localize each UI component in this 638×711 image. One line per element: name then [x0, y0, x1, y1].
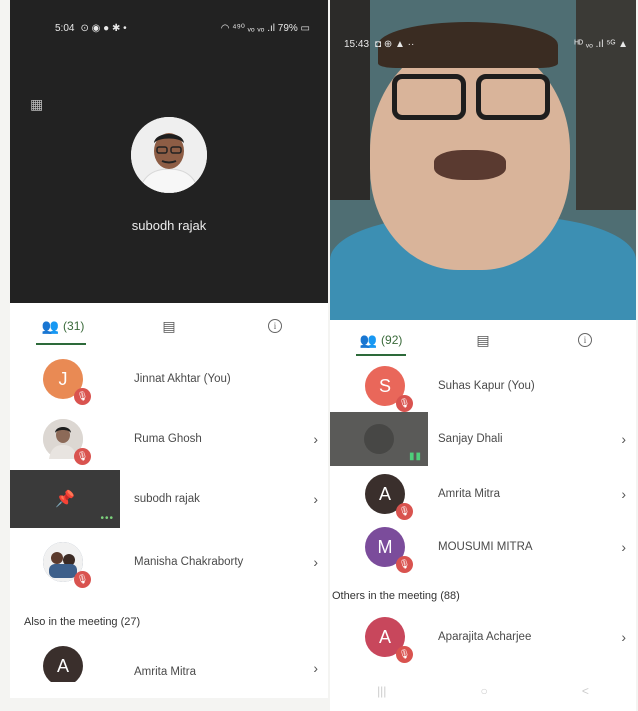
background-shelf: [576, 0, 636, 210]
status-notification-icons: ◘ ⊕ ▲ ··: [375, 38, 415, 50]
participant-row[interactable]: J 🎙 Jinnat Akhtar (You): [10, 350, 328, 408]
self-video-area[interactable]: 15:43 ◘ ⊕ ▲ ·· ᴴᴰ ᵥₒ .ıl ⁵ᴳ ▲: [330, 0, 636, 320]
avatar: 🎙: [43, 419, 91, 465]
participant-name: MOUSUMI MITRA: [438, 541, 533, 553]
avatar: 🎙: [43, 542, 91, 588]
participant-name: Ruma Ghosh: [134, 433, 202, 445]
meeting-tabs: 👥 (31) ▤ i: [10, 303, 328, 349]
mic-off-icon: 🎙: [396, 556, 413, 573]
participant-row[interactable]: S 🎙 Suhas Kapur (You): [330, 357, 636, 415]
presenter-name: subodh rajak: [131, 218, 207, 233]
participant-name: Amrita Mitra: [438, 488, 500, 500]
mic-off-icon: 🎙: [74, 571, 91, 588]
avatar-initial: S: [378, 375, 391, 396]
participants-count: (31): [63, 319, 85, 333]
avatar: A 🎙: [365, 474, 413, 520]
participants-icon: 👥: [359, 331, 378, 348]
participant-row[interactable]: 📌 ••• subodh rajak ›: [10, 470, 328, 528]
android-nav-bar: ||| ○ <: [330, 671, 636, 711]
participant-name: Sanjay Dhali: [438, 433, 503, 445]
back-button[interactable]: <: [582, 684, 589, 698]
chevron-right-icon[interactable]: ›: [621, 629, 626, 645]
participant-name: Manisha Chakraborty: [134, 556, 244, 568]
status-time: 15:43: [344, 38, 370, 50]
status-system-icons: ◠ ⁴⁹⁰ ᵥₒ ᵥₒ .ıl 79% ▭: [220, 22, 310, 34]
avatar: J 🎙: [43, 359, 91, 405]
participant-row[interactable]: 🎙 Manisha Chakraborty ›: [10, 533, 328, 591]
chevron-right-icon[interactable]: ›: [621, 431, 626, 447]
avatar-initial: M: [377, 536, 393, 557]
tab-participants[interactable]: 👥 (31): [10, 303, 116, 349]
participant-row[interactable]: A 🎙 Amrita Mitra ›: [330, 465, 636, 523]
home-button[interactable]: ○: [481, 684, 488, 698]
chevron-right-icon[interactable]: ›: [621, 539, 626, 555]
chevron-right-icon[interactable]: ›: [621, 486, 626, 502]
mic-off-icon: 🎙: [396, 646, 413, 663]
participant-row[interactable]: A 🎙 Aparajita Acharjee ›: [330, 608, 636, 666]
info-icon: i: [268, 319, 282, 333]
participant-name: Aparajita Acharjee: [438, 631, 532, 643]
presenter-video-area[interactable]: 5:04 ⊙ ◉ ● ✱ • ◠ ⁴⁹⁰ ᵥₒ ᵥₒ .ıl 79% ▭ ▦ s…: [10, 0, 328, 303]
mic-off-icon: 🎙: [74, 448, 91, 465]
participant-row[interactable]: A Amrita Mitra ›: [10, 642, 328, 682]
layout-grid-icon[interactable]: ▦: [30, 96, 43, 113]
speaking-indicator-icon: ▮▮: [408, 451, 422, 462]
avatar: A: [43, 646, 83, 682]
left-phone-screen: 5:04 ⊙ ◉ ● ✱ • ◠ ⁴⁹⁰ ᵥₒ ᵥₒ .ıl 79% ▭ ▦ s…: [10, 0, 328, 698]
avatar: M 🎙: [365, 527, 413, 573]
mic-off-icon: 🎙: [74, 388, 91, 405]
status-bar: 15:43 ◘ ⊕ ▲ ·· ᴴᴰ ᵥₒ .ıl ⁵ᴳ ▲: [330, 36, 636, 52]
status-bar: 5:04 ⊙ ◉ ● ✱ • ◠ ⁴⁹⁰ ᵥₒ ᵥₒ .ıl 79% ▭: [10, 20, 328, 36]
participant-row[interactable]: 🎙 Ruma Ghosh ›: [10, 410, 328, 468]
tab-info[interactable]: i: [534, 320, 636, 360]
tab-chat[interactable]: ▤: [116, 303, 222, 349]
participant-name: subodh rajak: [134, 493, 200, 505]
participant-video-tile[interactable]: 📌 •••: [10, 470, 120, 528]
participant-row[interactable]: M 🎙 MOUSUMI MITRA ›: [330, 518, 636, 576]
participant-name: Amrita Mitra: [134, 666, 196, 678]
participant-name: Jinnat Akhtar (You): [134, 373, 231, 385]
chat-icon: ▤: [476, 331, 490, 348]
status-time: 5:04: [55, 22, 75, 34]
chat-icon: ▤: [162, 317, 176, 334]
others-in-meeting-header: Others in the meeting (88): [332, 590, 460, 602]
right-phone-screen: 15:43 ◘ ⊕ ▲ ·· ᴴᴰ ᵥₒ .ıl ⁵ᴳ ▲ 👥 (92) ▤ i…: [330, 0, 636, 711]
pin-icon[interactable]: 📌: [55, 489, 75, 509]
participants-icon: 👥: [41, 317, 60, 334]
participant-name: Suhas Kapur (You): [438, 380, 535, 392]
status-notification-icons: ⊙ ◉ ● ✱ •: [80, 22, 127, 34]
meeting-tabs: 👥 (92) ▤ i: [330, 320, 636, 360]
glasses-left: [392, 74, 466, 120]
info-icon: i: [578, 333, 592, 347]
participant-row[interactable]: ▮▮ Sanjay Dhali ›: [330, 410, 636, 468]
chevron-right-icon[interactable]: ›: [313, 554, 318, 570]
presenter-avatar: [131, 117, 207, 193]
avatar-initial: A: [56, 655, 69, 676]
chevron-right-icon[interactable]: ›: [313, 491, 318, 507]
more-options-icon[interactable]: •••: [100, 513, 114, 524]
avatar-initial: A: [378, 483, 391, 504]
avatar-initial: A: [378, 626, 391, 647]
avatar-initial: J: [58, 368, 68, 389]
status-system-icons: ᴴᴰ ᵥₒ .ıl ⁵ᴳ ▲: [574, 38, 628, 50]
also-in-meeting-header: Also in the meeting (27): [24, 616, 141, 628]
chevron-right-icon[interactable]: ›: [313, 660, 318, 676]
tab-info[interactable]: i: [222, 303, 328, 349]
chevron-right-icon[interactable]: ›: [313, 431, 318, 447]
video-blur-shape: [364, 424, 394, 454]
avatar: A 🎙: [365, 617, 413, 663]
recents-button[interactable]: |||: [377, 684, 386, 698]
tab-participants[interactable]: 👥 (92): [330, 320, 432, 360]
avatar: S 🎙: [365, 366, 413, 412]
participants-count: (92): [381, 333, 403, 347]
background-shelf: [330, 0, 370, 200]
glasses-right: [476, 74, 550, 120]
participant-video-tile[interactable]: ▮▮: [330, 412, 428, 466]
person-mouth: [434, 150, 506, 180]
tab-chat[interactable]: ▤: [432, 320, 534, 360]
